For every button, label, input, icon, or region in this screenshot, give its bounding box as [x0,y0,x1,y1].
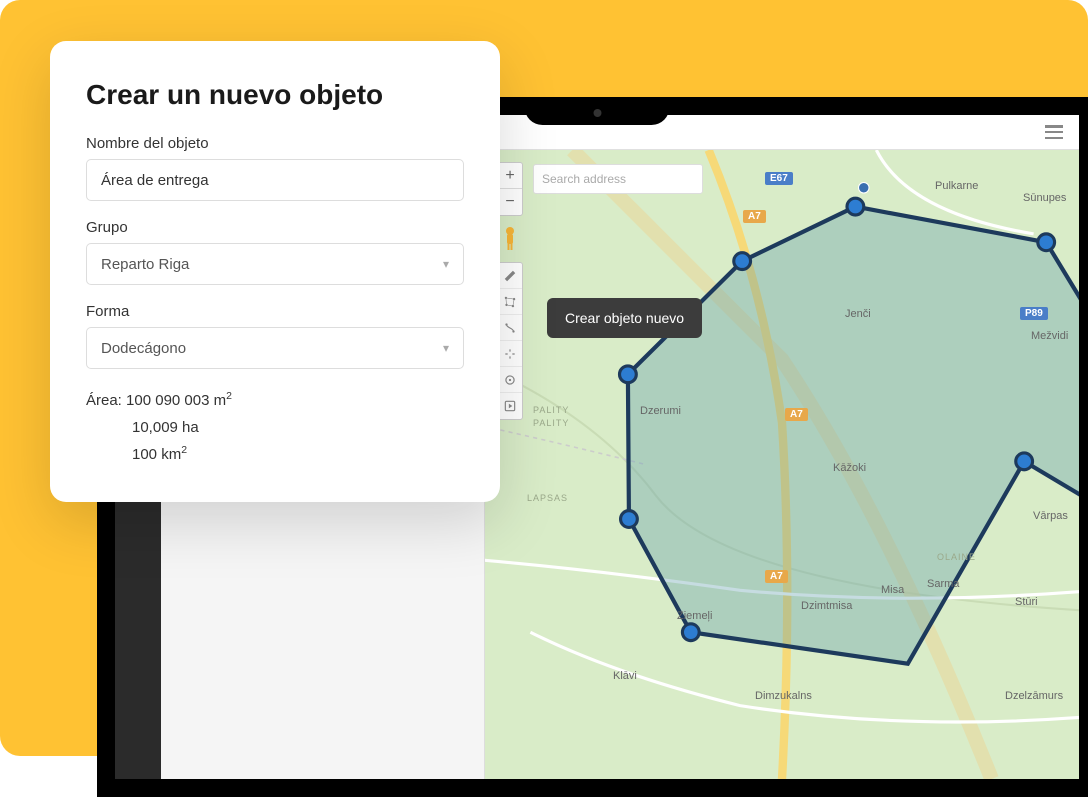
locate-tool-icon[interactable] [498,367,522,393]
shape-value: Dodecágono [101,340,186,357]
polygon-node[interactable] [682,624,699,641]
object-name-label: Nombre del objeto [86,135,464,152]
center-tool-icon[interactable] [498,341,522,367]
zoom-out-button[interactable]: − [498,189,522,215]
chevron-down-icon: ▾ [443,257,449,271]
polygon-node[interactable] [621,511,638,528]
group-label: Grupo [86,219,464,236]
ruler-tool-icon[interactable] [498,263,522,289]
route-tool-icon[interactable] [498,315,522,341]
area-km2: 100 km2 [86,441,464,468]
create-object-modal: Crear un nuevo objeto Nombre del objeto … [50,41,500,502]
create-object-tooltip: Crear objeto nuevo [547,298,702,338]
play-tool-icon[interactable] [498,393,522,419]
object-name-input[interactable] [86,159,464,201]
device-notch [525,97,670,125]
pegman-icon[interactable] [497,224,523,254]
polygon-node[interactable] [1038,234,1055,251]
shape-label: Forma [86,303,464,320]
shape-select[interactable]: Dodecágono ▾ [86,327,464,369]
group-select[interactable]: Reparto Riga ▾ [86,243,464,285]
zoom-in-button[interactable]: + [498,163,522,189]
map-controls: + − [497,162,523,420]
map-tools [497,262,523,420]
polygon-node[interactable] [1016,453,1033,470]
search-box[interactable] [533,164,703,194]
search-input[interactable] [542,172,697,186]
polygon-tool-icon[interactable] [498,289,522,315]
polygon-node[interactable] [620,366,637,383]
menu-icon[interactable] [1045,125,1063,139]
area-ha: 10,009 ha [86,414,464,441]
polygon-node[interactable] [847,198,864,215]
map-canvas[interactable]: + − [485,150,1079,779]
area-info: Área: 100 090 003 m2 10,009 ha 100 km2 [86,387,464,468]
group-value: Reparto Riga [101,256,189,273]
chevron-down-icon: ▾ [443,341,449,355]
zoom-controls: + − [497,162,523,216]
polygon-node[interactable] [734,253,751,270]
modal-title: Crear un nuevo objeto [86,79,464,111]
app-frame: ↕ 2 — Unplanned Valdeķu iela 8 k-2, Zemg… [0,0,1088,756]
